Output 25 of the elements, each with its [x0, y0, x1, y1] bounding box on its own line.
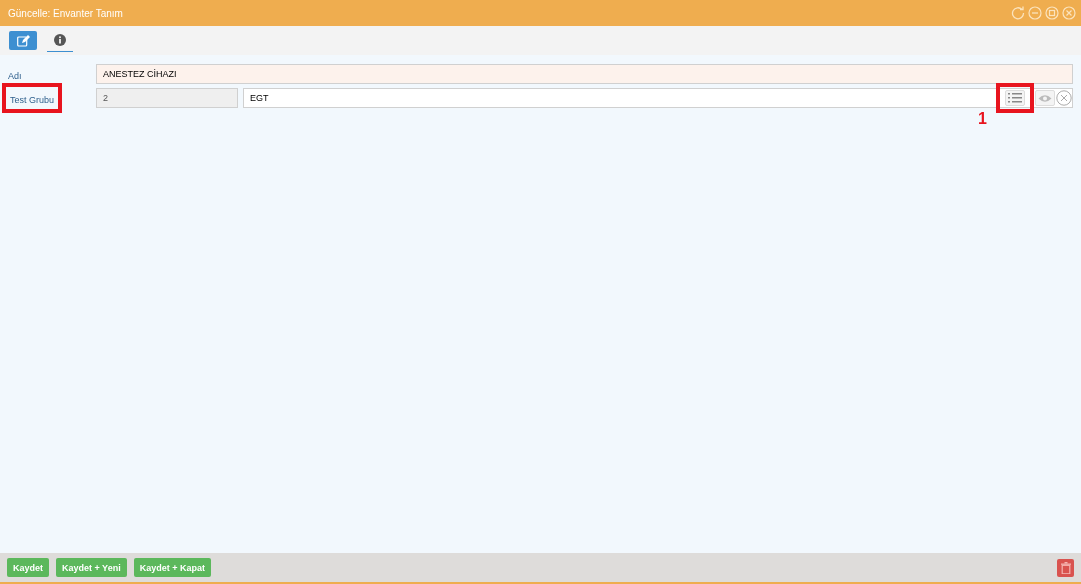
name-field[interactable]: ANESTEZ CİHAZI [96, 64, 1073, 84]
save-button[interactable]: Kaydet [7, 558, 49, 577]
maximize-icon[interactable] [1045, 6, 1059, 20]
view-button[interactable] [1035, 90, 1055, 106]
lookup-field[interactable] [243, 88, 1073, 108]
close-icon[interactable] [1062, 6, 1076, 20]
list-button[interactable] [1005, 90, 1025, 106]
trash-icon [1060, 561, 1071, 574]
refresh-icon[interactable] [1011, 6, 1025, 20]
code-field[interactable]: 2 [96, 88, 238, 108]
list-icon [1008, 92, 1022, 104]
save-button[interactable]: Kaydet + Yeni [56, 558, 127, 577]
edit-icon [16, 34, 30, 47]
eye-icon [1038, 93, 1052, 103]
field-value: EGT [250, 93, 269, 103]
minimize-icon[interactable] [1028, 6, 1042, 20]
callout-number: 1 [978, 111, 987, 127]
save-button[interactable]: Kaydet + Kapat [133, 558, 211, 577]
delete-button[interactable] [1057, 558, 1074, 577]
tab[interactable] [9, 31, 37, 50]
clear-icon[interactable] [1056, 90, 1072, 106]
window-title: Güncelle: Envanter Tanım [8, 7, 123, 19]
info-icon [54, 34, 66, 46]
field-label: Adı [8, 70, 22, 83]
field-label: Test Grubu [10, 94, 55, 107]
